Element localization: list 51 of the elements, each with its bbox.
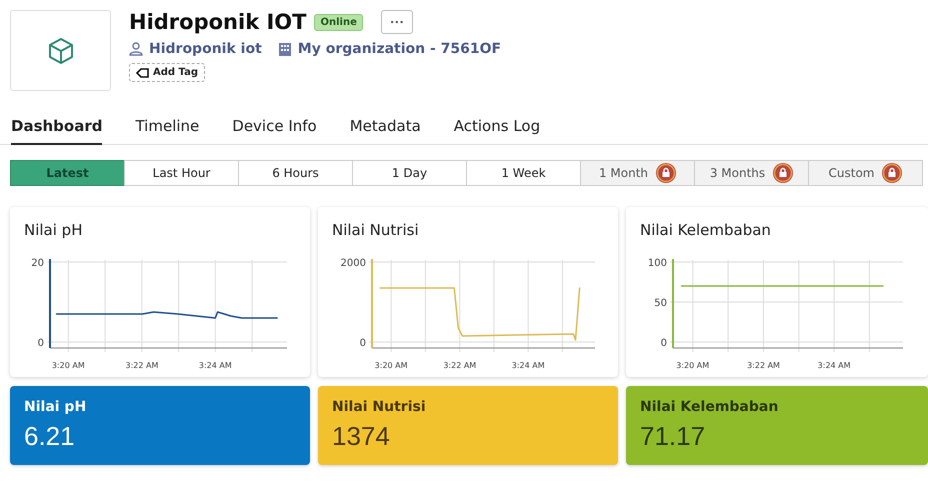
range-button[interactable]: Custom	[808, 160, 923, 186]
axis-label: 3:20 AM	[374, 361, 408, 370]
axis-label: 0	[660, 338, 667, 349]
range-button[interactable]: Last Hour	[124, 160, 239, 186]
tab[interactable]: Device Info	[232, 117, 317, 145]
lock-icon	[882, 163, 902, 183]
axis-label: 100	[648, 258, 667, 269]
axis-label: 0	[38, 338, 44, 349]
status-badge: Online	[314, 14, 363, 30]
range-button[interactable]: 1 Day	[352, 160, 467, 186]
owner-link[interactable]: Hidroponik iot	[149, 41, 262, 57]
axis-label: 20	[31, 258, 44, 269]
lock-icon	[773, 163, 794, 183]
value-label: Nilai pH	[24, 399, 88, 415]
axis-label: 0	[360, 338, 366, 349]
chart-title: Nilai Nutrisi	[332, 221, 420, 239]
axis-label: 3:22 AM	[126, 361, 158, 370]
tab[interactable]: Dashboard	[11, 117, 102, 145]
axis-label: 3:24 AM	[818, 361, 851, 370]
more-button[interactable]: •••	[380, 10, 413, 34]
tab[interactable]: Metadata	[350, 117, 421, 145]
axis-label: 3:22 AM	[443, 361, 476, 370]
axis-label: 3:20 AM	[52, 361, 85, 370]
axis-label: 3:22 AM	[747, 361, 780, 370]
chart-title: Nilai Kelembaban	[640, 221, 772, 239]
axis-label: 50	[654, 298, 667, 309]
axis-label: 3:20 AM	[676, 361, 710, 370]
add-tag-button[interactable]: Add Tag	[129, 63, 205, 82]
tab[interactable]: Actions Log	[454, 117, 540, 145]
range-button[interactable]: Latest	[10, 160, 125, 186]
axis-label: 3:24 AM	[198, 361, 232, 370]
axis-label: 3:24 AM	[512, 361, 545, 370]
value-label: Nilai Nutrisi	[332, 399, 427, 415]
range-button[interactable]: 3 Months	[694, 160, 809, 186]
lock-icon	[656, 163, 676, 183]
value-reading: 71.17	[640, 421, 706, 452]
organization-link[interactable]: My organization - 7561OF	[298, 41, 502, 57]
tag-icon	[136, 68, 149, 78]
axis-label: 2000	[340, 258, 366, 269]
tab[interactable]: Timeline	[135, 117, 200, 145]
chart-title: Nilai pH	[24, 221, 84, 239]
cube-icon	[48, 38, 72, 64]
range-button[interactable]: 1 Month	[580, 160, 695, 186]
range-button[interactable]: 1 Week	[466, 160, 581, 186]
building-icon	[278, 42, 292, 56]
value-reading: 6.21	[24, 421, 76, 452]
range-button[interactable]: 6 Hours	[238, 160, 353, 186]
value-label: Nilai Kelembaban	[640, 399, 780, 415]
device-title: Hidroponik IOT	[129, 10, 306, 34]
user-icon	[129, 42, 143, 56]
value-reading: 1374	[332, 421, 391, 452]
